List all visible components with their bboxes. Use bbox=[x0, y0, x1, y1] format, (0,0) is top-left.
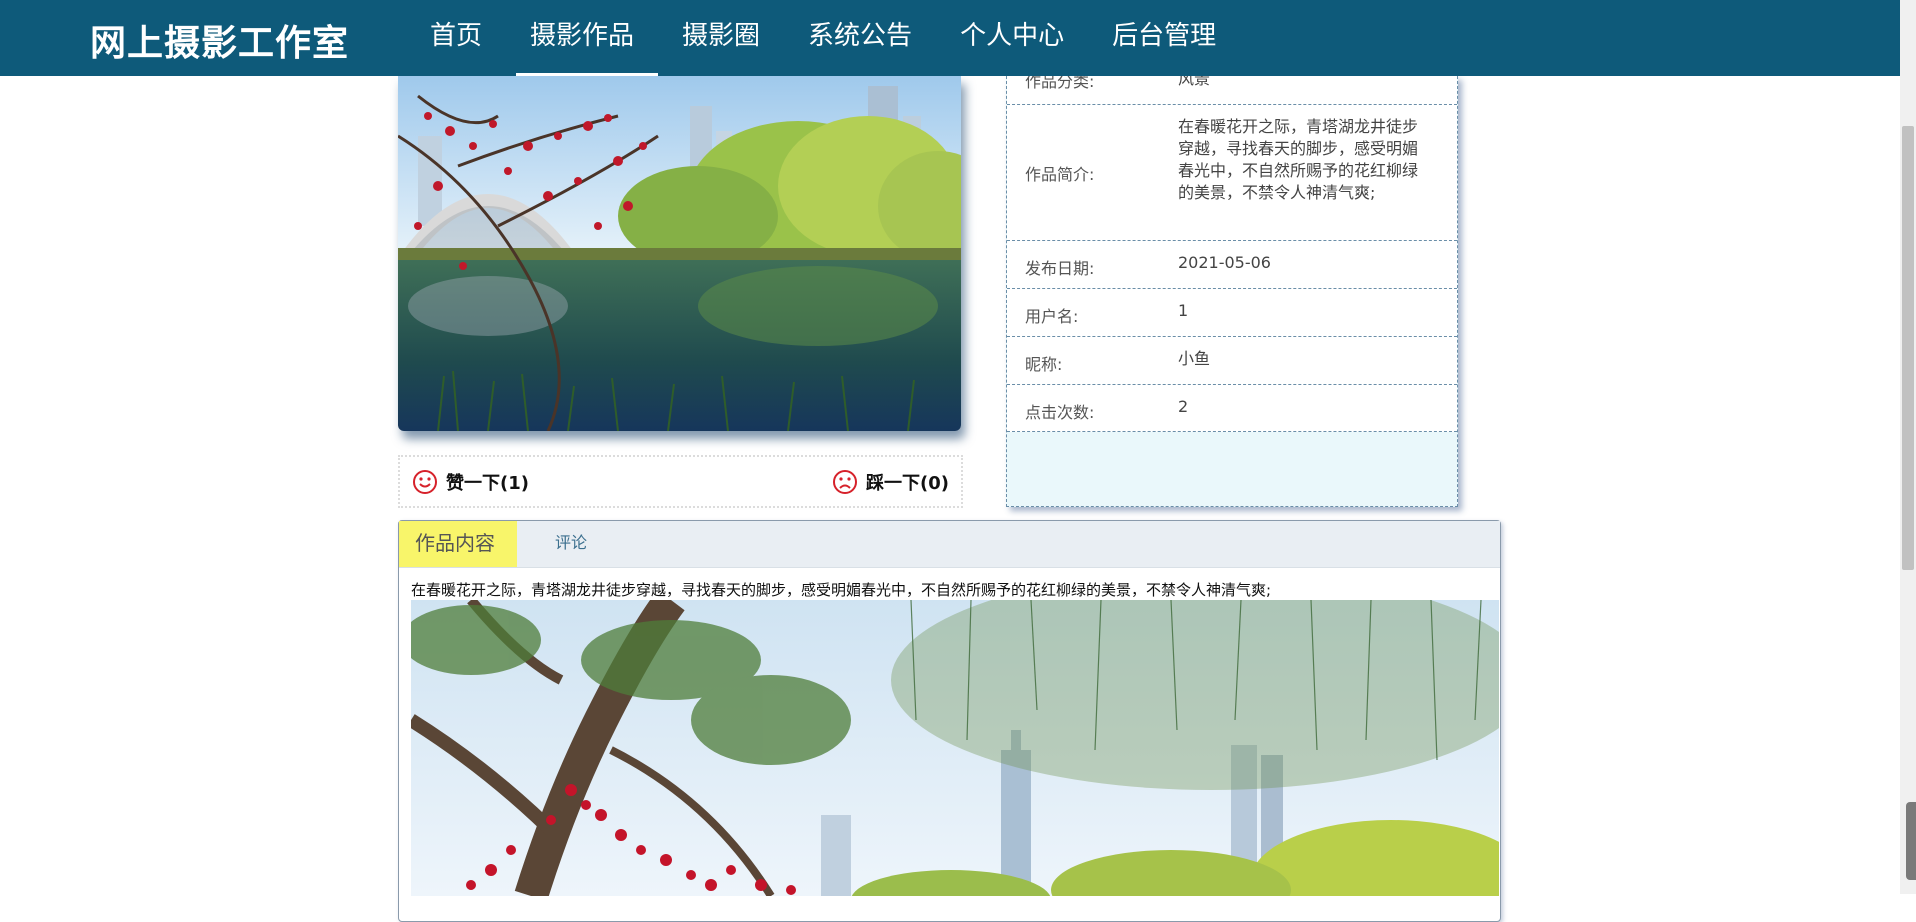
info-row-clicks: 点击次数: 2 bbox=[1007, 385, 1457, 432]
info-value: 1 bbox=[1178, 301, 1189, 320]
info-label: 发布日期: bbox=[1025, 259, 1095, 278]
like-button[interactable]: 赞一下(1) bbox=[412, 469, 529, 495]
side-floating-tab[interactable] bbox=[1906, 802, 1916, 880]
info-label: 作品简介: bbox=[1025, 165, 1095, 184]
page-scrollbar[interactable] bbox=[1900, 0, 1916, 894]
dislike-label: 踩一下(0) bbox=[866, 473, 949, 494]
work-photo bbox=[398, 76, 961, 431]
info-value: 在春暖花开之际，青塔湖龙井徒步穿越，寻找春天的脚步，感受明媚春光中，不自然所赐予… bbox=[1178, 117, 1419, 202]
info-row-intro: 作品简介: 在春暖花开之际，青塔湖龙井徒步穿越，寻找春天的脚步，感受明媚春光中，… bbox=[1007, 105, 1457, 241]
info-value: 2 bbox=[1178, 397, 1189, 416]
vote-bar: 赞一下(1) 踩一下(0) bbox=[398, 455, 963, 508]
info-value: 2021-05-06 bbox=[1178, 253, 1271, 272]
info-label: 昵称: bbox=[1025, 355, 1063, 374]
main-nav: 首页 摄影作品 摄影圈 系统公告 个人中心 后台管理 bbox=[406, 0, 1240, 76]
nav-item-profile[interactable]: 个人中心 bbox=[936, 0, 1088, 76]
like-label: 赞一下(1) bbox=[446, 473, 529, 494]
tab-work-content[interactable]: 作品内容 bbox=[399, 521, 517, 567]
work-content-photo bbox=[411, 600, 1499, 896]
top-navbar: 网上摄影工作室 首页 摄影作品 摄影圈 系统公告 个人中心 后台管理 bbox=[0, 0, 1900, 76]
scenic-photo-illustration bbox=[398, 76, 961, 431]
tab-header: 作品内容 评论 bbox=[399, 521, 1500, 568]
nav-item-works[interactable]: 摄影作品 bbox=[506, 0, 659, 76]
content-tab-box: 作品内容 评论 在春暖花开之际，青塔湖龙井徒步穿越，寻找春天的脚步，感受明媚春光… bbox=[398, 520, 1501, 922]
nav-item-circle[interactable]: 摄影圈 bbox=[658, 0, 784, 76]
scrollbar-thumb[interactable] bbox=[1902, 126, 1914, 570]
info-label: 点击次数: bbox=[1025, 403, 1095, 422]
info-value: 小鱼 bbox=[1178, 349, 1211, 368]
info-row-date: 发布日期: 2021-05-06 bbox=[1007, 241, 1457, 289]
site-logo-text[interactable]: 网上摄影工作室 bbox=[90, 14, 349, 66]
info-row-username: 用户名: 1 bbox=[1007, 289, 1457, 337]
dislike-button[interactable]: 踩一下(0) bbox=[832, 469, 949, 495]
nav-item-announcements[interactable]: 系统公告 bbox=[784, 0, 936, 76]
frown-icon bbox=[833, 470, 858, 494]
work-info-panel: 作品分类: 风景 作品简介: 在春暖花开之际，青塔湖龙井徒步穿越，寻找春天的脚步… bbox=[1006, 69, 1458, 507]
tab-comments[interactable]: 评论 bbox=[539, 521, 603, 567]
nav-item-home[interactable]: 首页 bbox=[406, 0, 506, 76]
info-row-nickname: 昵称: 小鱼 bbox=[1007, 337, 1457, 385]
scenic-photo-large-illustration bbox=[411, 600, 1499, 896]
smile-icon bbox=[413, 470, 437, 494]
info-label: 用户名: bbox=[1025, 307, 1079, 326]
nav-item-admin[interactable]: 后台管理 bbox=[1088, 0, 1240, 76]
info-row-category: 作品分类: 风景 bbox=[1007, 69, 1457, 105]
work-content-text: 在春暖花开之际，青塔湖龙井徒步穿越，寻找春天的脚步，感受明媚春光中，不自然所赐予… bbox=[411, 581, 1272, 599]
